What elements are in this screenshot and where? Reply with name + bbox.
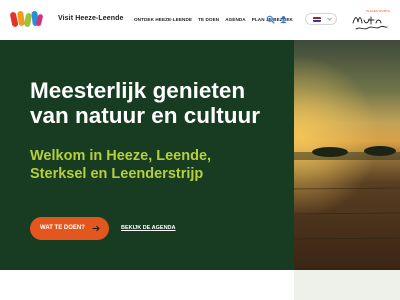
- wat-te-doen-label: WAT TE DOEN?: [40, 225, 85, 231]
- language-select[interactable]: [305, 13, 337, 25]
- nav-te-doen[interactable]: TE DOEN: [198, 17, 219, 22]
- arrow-right-icon: [92, 225, 100, 232]
- content-start-strip: [0, 270, 400, 300]
- user-icon[interactable]: [279, 15, 288, 24]
- brand-signature-logo[interactable]: [350, 8, 390, 34]
- hero-title: Meesterlijk genieten van natuur en cultu…: [30, 78, 261, 128]
- site-header: Visit Heeze-Leende ONTDEK HEEZE-LEENDE T…: [0, 0, 400, 40]
- nav-agenda[interactable]: AGENDA: [225, 17, 246, 22]
- visit-heeze-leende-logo[interactable]: [10, 8, 44, 30]
- wat-te-doen-button[interactable]: WAT TE DOEN?: [30, 217, 109, 240]
- site-title[interactable]: Visit Heeze-Leende: [58, 15, 123, 22]
- hero-subtitle: Welkom in Heeze, Leende, Sterksel en Lee…: [30, 148, 212, 182]
- hero-text-panel: Meesterlijk genieten van natuur en cultu…: [0, 40, 294, 270]
- bottom-tint-block: [294, 270, 400, 300]
- nav-ontdek-heeze-leende[interactable]: ONTDEK HEEZE-LEENDE: [134, 17, 192, 22]
- chevron-down-icon: [327, 17, 332, 21]
- search-icon[interactable]: [266, 15, 275, 24]
- bekijk-de-agenda-link[interactable]: BEKIJK DE AGENDA: [121, 225, 176, 231]
- hero-section: Meesterlijk genieten van natuur en cultu…: [0, 40, 400, 270]
- flag-netherlands-icon: [313, 17, 321, 22]
